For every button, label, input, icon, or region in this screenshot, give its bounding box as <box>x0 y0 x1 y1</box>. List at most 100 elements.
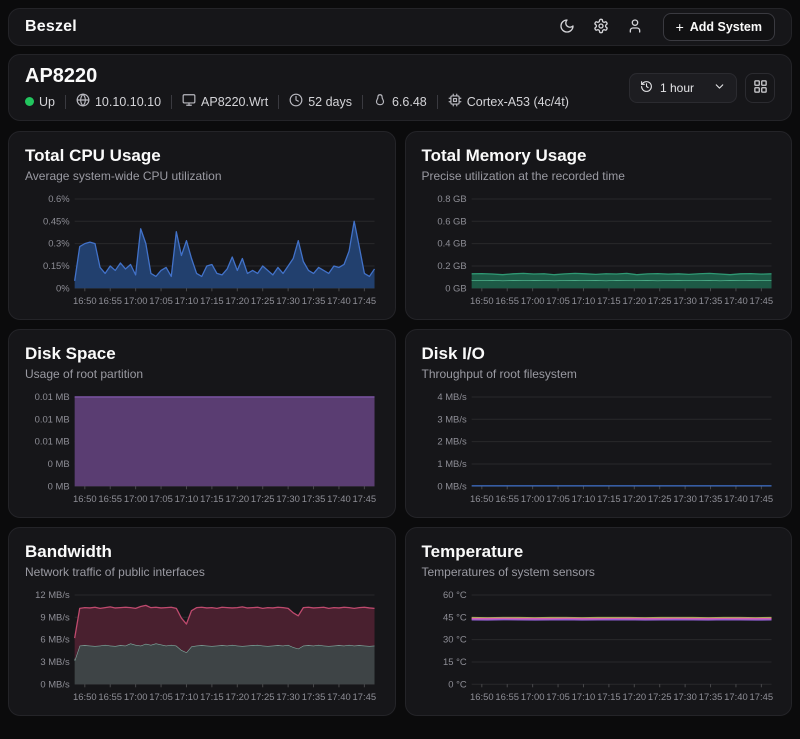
uptime-label: 52 days <box>308 95 352 109</box>
kernel-label: 6.6.48 <box>392 95 427 109</box>
svg-text:17:25: 17:25 <box>647 493 671 504</box>
svg-text:17:45: 17:45 <box>353 691 377 702</box>
clock-icon <box>289 93 303 110</box>
chevron-down-icon <box>713 80 726 96</box>
chip-icon <box>448 93 462 110</box>
system-hostname: AP8220.Wrt <box>182 93 268 110</box>
svg-text:17:25: 17:25 <box>647 691 671 702</box>
svg-text:17:30: 17:30 <box>276 295 300 306</box>
moon-icon <box>559 18 575 37</box>
memory-usage-title: Total Memory Usage <box>422 146 776 166</box>
svg-text:0 GB: 0 GB <box>445 282 466 293</box>
svg-text:0 MB: 0 MB <box>48 458 70 469</box>
svg-text:17:15: 17:15 <box>200 493 224 504</box>
history-icon <box>640 80 653 96</box>
svg-text:17:45: 17:45 <box>353 295 377 306</box>
svg-text:30 °C: 30 °C <box>443 634 467 645</box>
svg-text:17:05: 17:05 <box>546 295 570 306</box>
svg-text:0.01 MB: 0.01 MB <box>35 413 70 424</box>
system-info-bar: AP8220 Up 10.10.10.10 <box>8 54 792 121</box>
svg-text:17:35: 17:35 <box>698 691 722 702</box>
divider <box>65 95 66 109</box>
svg-text:0.45%: 0.45% <box>43 215 70 226</box>
svg-text:0.01 MB: 0.01 MB <box>35 391 70 402</box>
svg-text:16:55: 16:55 <box>98 493 122 504</box>
svg-text:9 MB/s: 9 MB/s <box>40 611 70 622</box>
system-cpu-model: Cortex-A53 (4c/4t) <box>448 93 569 110</box>
svg-text:0.01 MB: 0.01 MB <box>35 436 70 447</box>
svg-text:17:00: 17:00 <box>124 691 148 702</box>
svg-text:17:15: 17:15 <box>597 493 621 504</box>
svg-text:17:20: 17:20 <box>622 493 646 504</box>
svg-text:17:20: 17:20 <box>226 493 250 504</box>
svg-text:17:30: 17:30 <box>673 691 697 702</box>
system-status: Up <box>25 95 55 109</box>
svg-text:60 °C: 60 °C <box>443 589 467 600</box>
svg-text:17:45: 17:45 <box>749 691 773 702</box>
svg-text:0.2 GB: 0.2 GB <box>437 260 466 271</box>
memory-usage-subtitle: Precise utilization at the recorded time <box>422 169 776 183</box>
system-controls: 1 hour <box>629 73 775 103</box>
svg-text:17:40: 17:40 <box>327 691 351 702</box>
system-ip: 10.10.10.10 <box>76 93 161 110</box>
svg-text:16:50: 16:50 <box>470 295 494 306</box>
svg-text:16:55: 16:55 <box>495 691 519 702</box>
svg-text:15 °C: 15 °C <box>443 656 467 667</box>
svg-text:17:05: 17:05 <box>546 691 570 702</box>
svg-text:17:10: 17:10 <box>571 295 595 306</box>
user-icon <box>627 18 643 37</box>
user-menu-button[interactable] <box>621 13 649 41</box>
cpu-usage-subtitle: Average system-wide CPU utilization <box>25 169 379 183</box>
cpu-usage-chart: 0.6%0.45%0.3%0.15%0%16:5016:5517:0017:05… <box>25 191 379 314</box>
svg-text:17:15: 17:15 <box>200 295 224 306</box>
add-system-button[interactable]: + Add System <box>663 13 775 41</box>
svg-text:17:00: 17:00 <box>124 493 148 504</box>
svg-text:17:45: 17:45 <box>353 493 377 504</box>
svg-text:17:45: 17:45 <box>749 295 773 306</box>
divider <box>362 95 363 109</box>
app-header: Beszel + Add System <box>8 8 792 46</box>
svg-text:0.6 GB: 0.6 GB <box>437 215 466 226</box>
svg-text:17:30: 17:30 <box>276 691 300 702</box>
svg-text:17:20: 17:20 <box>226 295 250 306</box>
status-dot-icon <box>25 97 34 106</box>
settings-button[interactable] <box>587 13 615 41</box>
disk-space-subtitle: Usage of root partition <box>25 367 379 381</box>
system-uptime: 52 days <box>289 93 352 110</box>
disk-io-subtitle: Throughput of root filesystem <box>422 367 776 381</box>
system-kernel: 6.6.48 <box>373 93 427 110</box>
svg-text:0 MB/s: 0 MB/s <box>437 480 467 491</box>
svg-text:3 MB/s: 3 MB/s <box>40 656 70 667</box>
memory-usage-card: Total Memory Usage Precise utilization a… <box>405 131 793 320</box>
cpu-usage-card: Total CPU Usage Average system-wide CPU … <box>8 131 396 320</box>
svg-text:17:40: 17:40 <box>724 493 748 504</box>
svg-text:16:55: 16:55 <box>98 295 122 306</box>
add-system-label: Add System <box>690 20 762 34</box>
svg-text:17:20: 17:20 <box>226 691 250 702</box>
divider <box>278 95 279 109</box>
svg-text:17:35: 17:35 <box>302 295 326 306</box>
theme-toggle-button[interactable] <box>553 13 581 41</box>
temperature-title: Temperature <box>422 542 776 562</box>
svg-text:16:50: 16:50 <box>73 691 97 702</box>
memory-usage-chart: 0.8 GB0.6 GB0.4 GB0.2 GB0 GB16:5016:5517… <box>422 191 776 314</box>
disk-space-card: Disk Space Usage of root partition 0.01 … <box>8 329 396 518</box>
svg-text:17:35: 17:35 <box>698 493 722 504</box>
time-range-select[interactable]: 1 hour <box>629 73 737 103</box>
svg-text:2 MB/s: 2 MB/s <box>437 436 467 447</box>
svg-text:17:40: 17:40 <box>724 295 748 306</box>
svg-text:16:50: 16:50 <box>470 691 494 702</box>
temperature-chart: 60 °C45 °C30 °C15 °C0 °C16:5016:5517:001… <box>422 587 776 710</box>
layout-grid-button[interactable] <box>745 73 775 103</box>
page: Beszel + Add System <box>0 0 800 724</box>
svg-text:17:30: 17:30 <box>276 493 300 504</box>
svg-text:17:40: 17:40 <box>327 295 351 306</box>
svg-text:16:50: 16:50 <box>73 493 97 504</box>
disk-io-card: Disk I/O Throughput of root filesystem 4… <box>405 329 793 518</box>
svg-text:17:10: 17:10 <box>175 493 199 504</box>
svg-text:17:15: 17:15 <box>597 691 621 702</box>
svg-text:17:05: 17:05 <box>149 493 173 504</box>
system-info: AP8220 Up 10.10.10.10 <box>25 65 569 110</box>
disk-space-title: Disk Space <box>25 344 379 364</box>
svg-text:17:15: 17:15 <box>200 691 224 702</box>
